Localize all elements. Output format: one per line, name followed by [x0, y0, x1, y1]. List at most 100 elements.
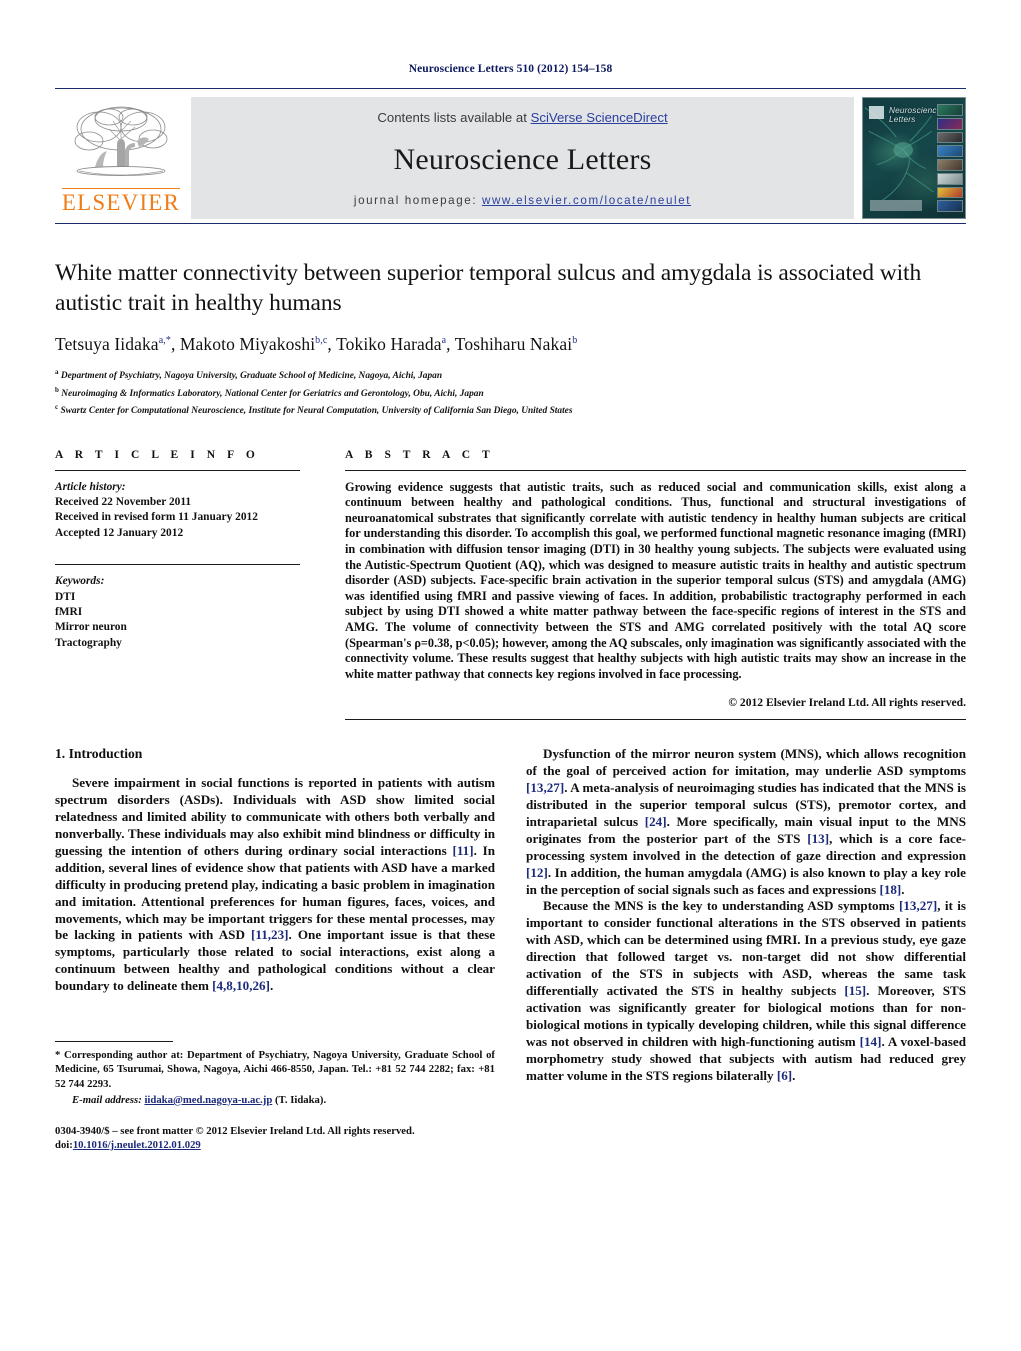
article-history-group: Article history: Received 22 November 20…: [55, 480, 300, 542]
journal-homepage-link[interactable]: www.elsevier.com/locate/neulet: [482, 194, 691, 207]
elsevier-logo: ELSEVIER: [55, 97, 187, 219]
citation-reference[interactable]: [14]: [860, 1034, 882, 1049]
cover-cell: [937, 131, 963, 144]
citation-reference[interactable]: [13,27]: [899, 898, 937, 913]
copyright-line: © 2012 Elsevier Ireland Ltd. All rights …: [728, 696, 966, 710]
cover-cell: [937, 186, 963, 199]
author: Tokiko Haradaa: [336, 334, 446, 354]
cover-cell: [937, 159, 963, 171]
citation-reference[interactable]: [11]: [452, 843, 473, 858]
introduction-paragraph: Severe impairment in social functions is…: [55, 775, 496, 994]
title-block: White matter connectivity between superi…: [55, 224, 966, 419]
abstract-heading: A B S T R A C T: [345, 448, 495, 461]
body-column-left: 1. Introduction Severe impairment in soc…: [55, 746, 495, 1152]
contents-prefix: Contents lists available at: [377, 110, 531, 125]
article-history-item: Accepted 12 January 2012: [55, 526, 184, 539]
keyword-item: fMRI: [55, 606, 83, 619]
affiliation-text: Neuroimaging & Informatics Laboratory, N…: [61, 388, 484, 399]
homepage-prefix: journal homepage:: [353, 194, 482, 207]
affiliation-item: a Department of Psychiatry, Nagoya Unive…: [55, 366, 966, 384]
affiliation-mark: c: [55, 403, 59, 412]
affiliation-mark: b: [55, 385, 59, 394]
author-affiliation-mark: a: [441, 335, 447, 347]
citation-reference[interactable]: [13,27]: [526, 780, 564, 795]
corresponding-author-note: * Corresponding author at: Department of…: [55, 1049, 495, 1090]
keywords-group: Keywords: DTI fMRI Mirror neuron Tractog…: [55, 574, 300, 651]
abstract-column: A B S T R A C T Growing evidence suggest…: [345, 449, 966, 721]
email-note: E-mail address: iidaka@med.nagoya-u.ac.j…: [55, 1093, 495, 1107]
running-head: Neuroscience Letters 510 (2012) 154–158: [408, 63, 613, 75]
author: Tetsuya Iidakaa,*: [55, 334, 171, 354]
cover-cell: [937, 200, 963, 212]
citation-reference[interactable]: [12]: [526, 865, 548, 880]
article-info-divider: [55, 469, 300, 471]
issn-block: 0304-3940/$ – see front matter © 2012 El…: [55, 1124, 495, 1152]
homepage-line: journal homepage: www.elsevier.com/locat…: [354, 194, 691, 207]
info-abstract-section: A R T I C L E I N F O Article history: R…: [55, 449, 966, 721]
citation-reference[interactable]: [13]: [807, 831, 829, 846]
affiliation-text: Department of Psychiatry, Nagoya Univers…: [60, 371, 443, 382]
contents-line: Contents lists available at SciVerse Sci…: [377, 110, 667, 125]
keyword-item: Mirror neuron: [55, 621, 127, 634]
footnote-block: * Corresponding author at: Department of…: [55, 1041, 495, 1152]
author-affiliation-mark: b: [572, 335, 578, 347]
journal-name: Neuroscience Letters: [393, 142, 652, 176]
author-name: Tokiko Harada: [336, 334, 442, 354]
footnote-divider: [55, 1041, 173, 1043]
article-info-heading: A R T I C L E I N F O: [55, 448, 260, 461]
sciencedirect-link[interactable]: SciVerse ScienceDirect: [531, 110, 668, 125]
author: Makoto Miyakoshib,c: [180, 334, 328, 354]
citation-reference[interactable]: [24]: [645, 814, 667, 829]
keywords-label: Keywords:: [55, 575, 105, 588]
cover-cell: [937, 117, 963, 130]
page-title: White matter connectivity between superi…: [55, 260, 922, 316]
keyword-item: DTI: [55, 590, 76, 603]
body-column-right: Dysfunction of the mirror neuron system …: [526, 746, 966, 1152]
article-page: Neuroscience Letters 510 (2012) 154–158: [0, 0, 1021, 1351]
elsevier-tree-icon: [74, 106, 168, 176]
author-name: Tetsuya Iidaka: [55, 334, 159, 354]
journal-masthead: ELSEVIER Contents lists available at Sci…: [55, 97, 966, 219]
cover-cell: [937, 172, 963, 185]
body-columns: 1. Introduction Severe impairment in soc…: [55, 746, 966, 1152]
introduction-heading: 1. Introduction: [55, 746, 143, 762]
article-history-item: Received in revised form 11 January 2012: [55, 511, 258, 524]
citation-reference[interactable]: [4,8,10,26]: [212, 978, 270, 993]
author-name: Makoto Miyakoshi: [179, 334, 316, 354]
article-history-item: Received 22 November 2011: [55, 496, 192, 508]
affiliation-item: c Swartz Center for Computational Neuros…: [55, 401, 966, 419]
introduction-paragraph: Because the MNS is the key to understand…: [526, 898, 967, 1083]
author-name: Toshiharu Nakai: [454, 334, 573, 354]
author: Toshiharu Nakaib: [455, 334, 578, 354]
cover-footer-bar: [870, 200, 922, 211]
doi-link[interactable]: 10.1016/j.neulet.2012.01.029: [73, 1139, 201, 1151]
header-divider: [55, 88, 966, 89]
doi-label: doi:: [55, 1139, 73, 1152]
issn-line: 0304-3940/$ – see front matter © 2012 El…: [55, 1124, 415, 1137]
elsevier-wordmark: ELSEVIER: [61, 188, 181, 215]
cover-cell: [937, 104, 963, 116]
citation-reference[interactable]: [11,23]: [251, 927, 288, 942]
introduction-paragraph: Dysfunction of the mirror neuron system …: [526, 746, 967, 897]
cover-publisher-mark: [869, 106, 884, 119]
cover-cell: [937, 145, 963, 157]
article-history-label: Article history:: [55, 480, 126, 493]
journal-band: Contents lists available at SciVerse Sci…: [191, 97, 854, 219]
abstract-divider: [345, 469, 966, 471]
doi-line: doi:10.1016/j.neulet.2012.01.029: [55, 1138, 495, 1152]
keywords-divider: [55, 564, 300, 566]
citation-reference[interactable]: [6]: [777, 1068, 792, 1083]
affiliation-item: b Neuroimaging & Informatics Laboratory,…: [55, 384, 966, 402]
email-owner: (T. Iidaka).: [274, 1093, 327, 1106]
citation-reference[interactable]: [15]: [844, 983, 866, 998]
citation-reference[interactable]: [18]: [879, 882, 901, 897]
email-link[interactable]: iidaka@med.nagoya-u.ac.jp: [144, 1094, 272, 1106]
affiliation-list: a Department of Psychiatry, Nagoya Unive…: [55, 366, 966, 419]
article-info-column: A R T I C L E I N F O Article history: R…: [55, 449, 300, 721]
abstract-text: Growing evidence suggests that autistic …: [345, 479, 967, 681]
cover-thumbnail-strip: [937, 104, 963, 212]
abstract-bottom-divider: [345, 719, 966, 721]
journal-cover-thumbnail: Neuroscience Letters: [862, 97, 966, 219]
author-list: Tetsuya Iidakaa,*, Makoto Miyakoshib,c, …: [55, 334, 578, 354]
